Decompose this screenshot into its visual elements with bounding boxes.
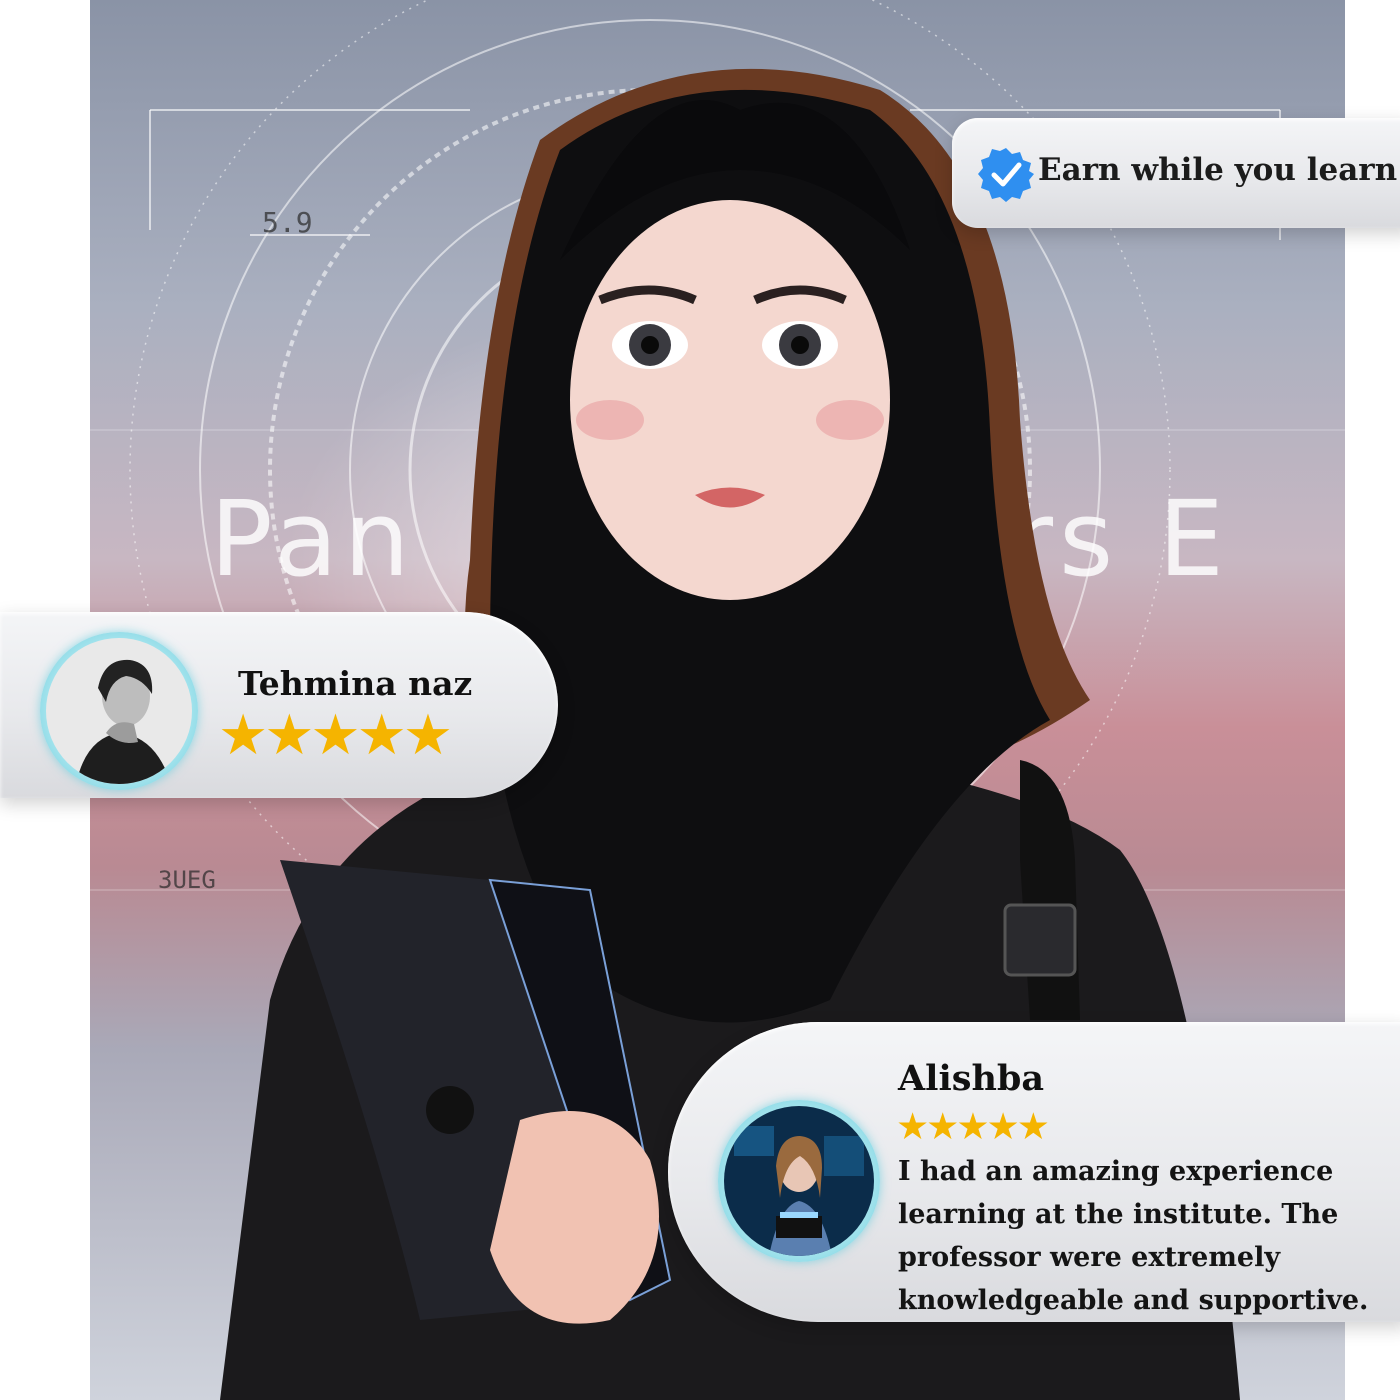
star-icon: ★	[896, 1105, 930, 1148]
review-line: learning at the institute. The	[898, 1199, 1339, 1230]
reviewer-name: Tehmina naz	[238, 664, 473, 703]
review-line: professor were extremely	[898, 1242, 1281, 1273]
testimonial-card-alishba: Alishba I had an amazing experience lear…	[668, 1022, 1400, 1322]
woman-portrait-avatar	[46, 638, 192, 784]
earn-badge-text: Earn while you learn	[1038, 152, 1398, 188]
star-icon: ★	[1016, 1105, 1050, 1148]
star-icon: ★	[402, 703, 454, 768]
girl-with-laptop-avatar	[724, 1106, 874, 1256]
review-text: I had an amazing experience learning at …	[898, 1150, 1398, 1322]
star-icon: ★	[356, 703, 407, 768]
star-icon: ★	[264, 703, 315, 768]
earn-while-you-learn-badge: Earn while you learn	[952, 118, 1400, 228]
star-icon: ★	[926, 1105, 960, 1148]
star-rating: ★ ★ ★ ★ ★	[896, 1105, 1050, 1148]
star-icon: ★	[310, 703, 361, 768]
star-icon: ★	[218, 703, 269, 768]
check-badge-icon	[978, 148, 1034, 202]
reviewer-name: Alishba	[898, 1058, 1045, 1099]
avatar-ring	[40, 632, 198, 790]
star-icon: ★	[986, 1105, 1020, 1148]
avatar-ring	[718, 1100, 880, 1262]
review-line: knowledgeable and supportive.	[898, 1285, 1369, 1316]
star-icon: ★	[956, 1105, 990, 1148]
review-line: I had an amazing experience	[898, 1156, 1334, 1187]
star-rating: ★ ★ ★ ★ ★	[218, 703, 453, 768]
